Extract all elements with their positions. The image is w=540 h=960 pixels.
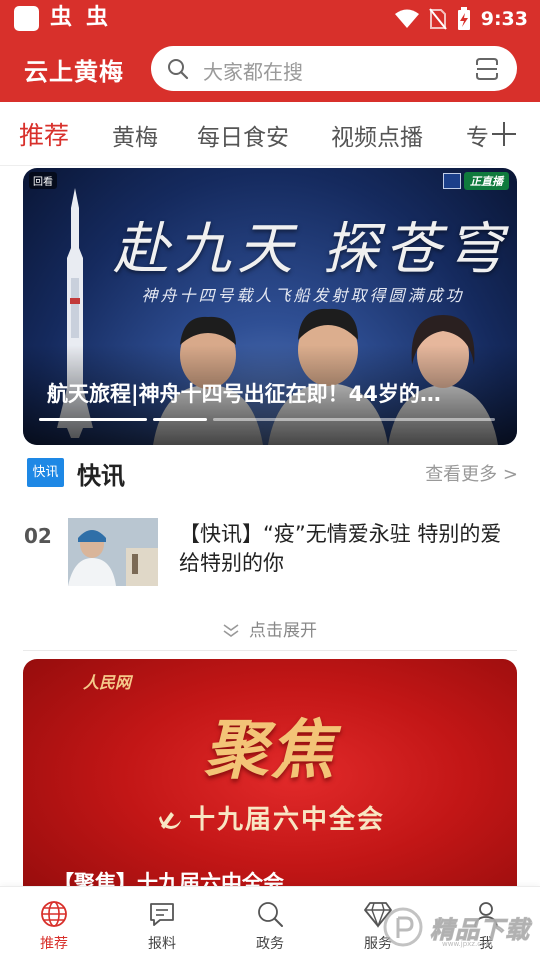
- nav-government[interactable]: 政务: [216, 899, 324, 953]
- search-placeholder: 大家都在搜: [203, 60, 303, 84]
- tab-recommend[interactable]: 推荐: [19, 116, 69, 152]
- flash-news-logo-icon: 快讯: [27, 458, 64, 487]
- peoples-daily-logo: 人民网: [83, 673, 132, 692]
- live-badge: 正直播: [443, 172, 509, 190]
- nav-recommend[interactable]: 推荐: [0, 899, 108, 953]
- app-screen: 虫 虫 9:33 云上黄梅 大家都在搜 推荐 黄梅 每日食安 视频点播 专 回看…: [0, 0, 540, 960]
- tab-video-on-demand[interactable]: 视频点播: [331, 118, 423, 152]
- divider: [23, 650, 517, 651]
- news-thumbnail: [68, 518, 158, 586]
- nurse-photo-image: [68, 518, 158, 586]
- flash-news-header: 快讯 快讯 查看更多 >: [24, 454, 518, 490]
- carousel-dot: [153, 418, 207, 421]
- expand-label: 点击展开: [249, 621, 317, 641]
- cctv-logo-icon: [443, 173, 461, 189]
- status-bar: 虫 虫 9:33: [0, 0, 540, 38]
- bug-icon: 虫: [50, 5, 73, 30]
- app-title: 云上黄梅: [24, 58, 124, 86]
- nav-report[interactable]: 报料: [108, 899, 216, 953]
- hero-banner[interactable]: 回看 正直播 赴九天 探苍穹 神舟十四号载人飞船发射取得圆满成功 航天旅程|神舟…: [23, 168, 517, 445]
- news-item[interactable]: 02 【快讯】“疫”无情爱永驻 特别的爱给特别的你: [24, 517, 518, 587]
- expand-button[interactable]: 点击展开: [0, 616, 540, 641]
- nav-label: 报料: [148, 936, 176, 952]
- wifi-icon: [394, 9, 419, 28]
- channel-tabs: 推荐 黄梅 每日食安 视频点播 专: [0, 102, 540, 166]
- search-icon: [168, 59, 189, 80]
- watermark-url: www.jpxz.com: [442, 940, 493, 948]
- replay-chip: 回看: [29, 172, 57, 189]
- clock: 9:33: [480, 8, 528, 30]
- search-input[interactable]: 大家都在搜: [151, 46, 517, 91]
- plenum-line: 十九届六中全会: [23, 799, 517, 836]
- tab-huangmei[interactable]: 黄梅: [112, 118, 158, 152]
- watermark-logo-icon: [383, 907, 423, 947]
- news-title: 【快讯】“疫”无情爱永驻 特别的爱给特别的你: [179, 522, 502, 575]
- section-title: 快讯: [77, 462, 125, 490]
- globe-icon: [41, 901, 67, 927]
- bug-icon: 虫: [86, 5, 109, 30]
- view-more-link[interactable]: 查看更多 >: [425, 460, 518, 486]
- nav-label: 政务: [256, 936, 284, 952]
- hero-headline: 赴九天 探苍穹: [113, 217, 509, 282]
- live-label: 正直播: [464, 172, 509, 190]
- scan-icon[interactable]: [475, 57, 499, 81]
- org-name: 人民网: [83, 673, 132, 692]
- party-emblem-icon: [158, 812, 181, 829]
- chevron-down-icon: [223, 624, 239, 637]
- search-icon: [258, 902, 283, 927]
- header: 虫 虫 9:33 云上黄梅 大家都在搜: [0, 0, 540, 102]
- no-sim-icon: [428, 8, 447, 30]
- chat-icon: [150, 903, 174, 926]
- focus-banner[interactable]: 人民网 聚焦 十九届六中全会 【聚焦】十九届六中全会: [23, 659, 517, 919]
- carousel-indicator: [39, 418, 495, 421]
- notification-app-icon: [14, 6, 39, 31]
- carousel-dot: [213, 418, 495, 421]
- nav-label: 推荐: [40, 936, 68, 952]
- news-rank: 02: [24, 524, 52, 548]
- app-bar: 云上黄梅 大家都在搜: [0, 38, 540, 102]
- battery-charging-icon: [457, 7, 470, 30]
- tab-daily-food-safety[interactable]: 每日食安: [197, 118, 289, 152]
- plenum-text: 十九届六中全会: [188, 805, 385, 835]
- add-channel-icon[interactable]: [492, 122, 516, 146]
- focus-headline: 聚焦: [204, 713, 336, 788]
- hero-caption: 航天旅程|神舟十四号出征在即！44岁的…: [47, 382, 441, 406]
- watermark: 精品下载 www.jpxz.com: [382, 906, 540, 950]
- carousel-dot: [39, 418, 147, 421]
